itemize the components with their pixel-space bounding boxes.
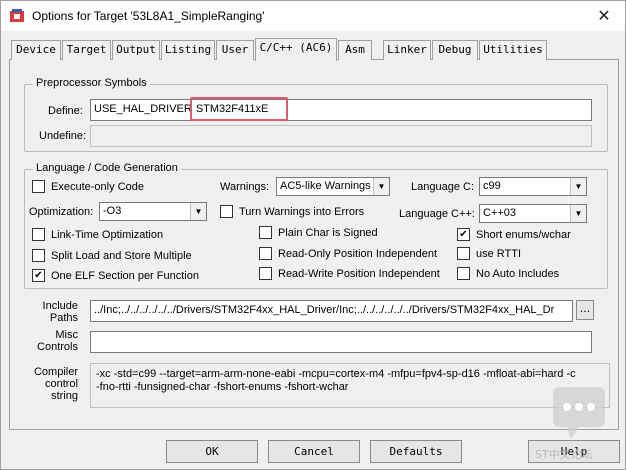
close-icon[interactable]: ✕ bbox=[593, 6, 615, 26]
split-load-box[interactable] bbox=[32, 249, 45, 262]
chat-bubble-icon bbox=[553, 387, 605, 439]
title-bar: Options for Target '53L8A1_SimpleRanging… bbox=[1, 1, 625, 31]
chevron-down-icon: ▼ bbox=[373, 178, 389, 195]
defaults-button[interactable]: Defaults bbox=[370, 440, 462, 463]
tab-linker[interactable]: Linker bbox=[383, 40, 431, 60]
misc-controls-input[interactable] bbox=[90, 331, 592, 353]
include-paths-input[interactable]: ../Inc;../../../../../../Drivers/STM32F4… bbox=[90, 300, 573, 322]
tab-bar: Device Target Output Listing User C/C++ … bbox=[9, 38, 619, 61]
ropi-box[interactable] bbox=[259, 247, 272, 260]
language-c-label: Language C: bbox=[411, 181, 474, 193]
ok-button[interactable]: OK bbox=[166, 440, 258, 463]
tab-c-cpp[interactable]: C/C++ (AC6) bbox=[255, 38, 337, 61]
define-input[interactable]: USE_HAL_DRIVER STM32F411xE bbox=[90, 99, 592, 121]
tab-panel: Preprocessor Symbols Define: USE_HAL_DRI… bbox=[9, 60, 619, 430]
preprocessor-group-title: Preprocessor Symbols bbox=[33, 77, 150, 89]
tab-device[interactable]: Device bbox=[11, 40, 61, 60]
tab-output[interactable]: Output bbox=[112, 40, 160, 60]
rwpi-checkbox[interactable]: Read-Write Position Independent bbox=[259, 267, 440, 280]
misc-controls-label: Misc Controls bbox=[28, 329, 78, 353]
execute-only-box[interactable] bbox=[32, 180, 45, 193]
chevron-down-icon: ▼ bbox=[570, 205, 586, 222]
include-paths-label: Include Paths bbox=[28, 300, 78, 324]
short-enums-box[interactable] bbox=[457, 228, 470, 241]
window-title: Options for Target '53L8A1_SimpleRanging… bbox=[32, 9, 265, 23]
ropi-checkbox[interactable]: Read-Only Position Independent bbox=[259, 247, 437, 260]
misc-label-line2: Controls bbox=[37, 341, 78, 353]
short-enums-label: Short enums/wchar bbox=[476, 228, 571, 241]
warnings-value: AC5-like Warnings bbox=[280, 180, 371, 192]
chevron-down-icon: ▼ bbox=[190, 203, 206, 220]
link-time-checkbox[interactable]: Link-Time Optimization bbox=[32, 228, 163, 241]
link-time-box[interactable] bbox=[32, 228, 45, 241]
options-dialog: Options for Target '53L8A1_SimpleRanging… bbox=[0, 0, 626, 470]
turn-warnings-errors-box[interactable] bbox=[220, 205, 233, 218]
undefine-input[interactable] bbox=[90, 125, 592, 147]
define-label: Define: bbox=[48, 105, 83, 117]
turn-warnings-errors-checkbox[interactable]: Turn Warnings into Errors bbox=[220, 205, 364, 218]
rwpi-label: Read-Write Position Independent bbox=[278, 267, 440, 280]
use-rtti-box[interactable] bbox=[457, 247, 470, 260]
rwpi-box[interactable] bbox=[259, 267, 272, 280]
one-elf-label: One ELF Section per Function bbox=[51, 269, 199, 282]
use-rtti-checkbox[interactable]: use RTTI bbox=[457, 247, 521, 260]
language-c-select[interactable]: c99 ▼ bbox=[479, 177, 587, 196]
plain-char-box[interactable] bbox=[259, 226, 272, 239]
define-prefix-text: USE_HAL_DRIVER bbox=[94, 103, 192, 115]
include-browse-button[interactable]: ... bbox=[576, 300, 594, 320]
plain-char-label: Plain Char is Signed bbox=[278, 226, 378, 239]
no-auto-includes-checkbox[interactable]: No Auto Includes bbox=[457, 267, 559, 280]
compiler-label-line2: control bbox=[44, 378, 78, 390]
tab-listing[interactable]: Listing bbox=[161, 40, 215, 60]
cancel-button[interactable]: Cancel bbox=[268, 440, 360, 463]
compiler-control-box[interactable]: -xc -std=c99 --target=arm-arm-none-eabi … bbox=[90, 363, 610, 408]
no-auto-includes-label: No Auto Includes bbox=[476, 267, 560, 280]
include-label-line2: Paths bbox=[49, 312, 78, 324]
ropi-label: Read-Only Position Independent bbox=[278, 247, 437, 260]
optimization-value: -O3 bbox=[103, 205, 122, 217]
compiler-control-text: -xc -std=c99 --target=arm-arm-none-eabi … bbox=[96, 368, 576, 393]
execute-only-checkbox[interactable]: Execute-only Code bbox=[32, 180, 144, 193]
link-time-label: Link-Time Optimization bbox=[51, 228, 164, 241]
tab-utilities[interactable]: Utilities bbox=[479, 40, 547, 60]
optimization-select[interactable]: -O3 ▼ bbox=[99, 202, 207, 221]
split-load-checkbox[interactable]: Split Load and Store Multiple bbox=[32, 249, 192, 262]
short-enums-checkbox[interactable]: Short enums/wchar bbox=[457, 228, 571, 241]
compiler-control-label: Compiler control string bbox=[28, 366, 78, 402]
language-cpp-select[interactable]: C++03 ▼ bbox=[479, 204, 587, 223]
plain-char-checkbox[interactable]: Plain Char is Signed bbox=[259, 226, 378, 239]
app-icon bbox=[9, 8, 25, 24]
turn-warnings-errors-label: Turn Warnings into Errors bbox=[239, 205, 365, 218]
chevron-down-icon: ▼ bbox=[570, 178, 586, 195]
no-auto-includes-box[interactable] bbox=[457, 267, 470, 280]
language-group-title: Language / Code Generation bbox=[33, 162, 181, 174]
language-cpp-value: C++03 bbox=[483, 207, 517, 219]
tab-debug[interactable]: Debug bbox=[432, 40, 478, 60]
optimization-label: Optimization: bbox=[29, 206, 94, 218]
use-rtti-label: use RTTI bbox=[476, 247, 522, 260]
one-elf-checkbox[interactable]: One ELF Section per Function bbox=[32, 269, 199, 282]
warnings-label: Warnings: bbox=[220, 181, 270, 193]
tab-user[interactable]: User bbox=[216, 40, 254, 60]
warnings-select[interactable]: AC5-like Warnings ▼ bbox=[276, 177, 390, 196]
execute-only-label: Execute-only Code bbox=[51, 180, 144, 193]
tab-asm[interactable]: Asm bbox=[338, 40, 372, 60]
define-highlight-box bbox=[190, 97, 288, 121]
language-cpp-label: Language C++: bbox=[399, 208, 475, 220]
tab-target[interactable]: Target bbox=[62, 40, 111, 60]
undefine-label: Undefine: bbox=[39, 130, 87, 142]
split-load-label: Split Load and Store Multiple bbox=[51, 249, 192, 262]
misc-label-line1: Misc bbox=[55, 329, 78, 341]
include-label-line1: Include bbox=[42, 300, 78, 312]
one-elf-box[interactable] bbox=[32, 269, 45, 282]
compiler-label-line3: string bbox=[51, 390, 78, 402]
watermark-text: ST中文论坛 bbox=[535, 448, 593, 461]
language-c-value: c99 bbox=[483, 180, 501, 192]
compiler-label-line1: Compiler bbox=[33, 366, 78, 378]
